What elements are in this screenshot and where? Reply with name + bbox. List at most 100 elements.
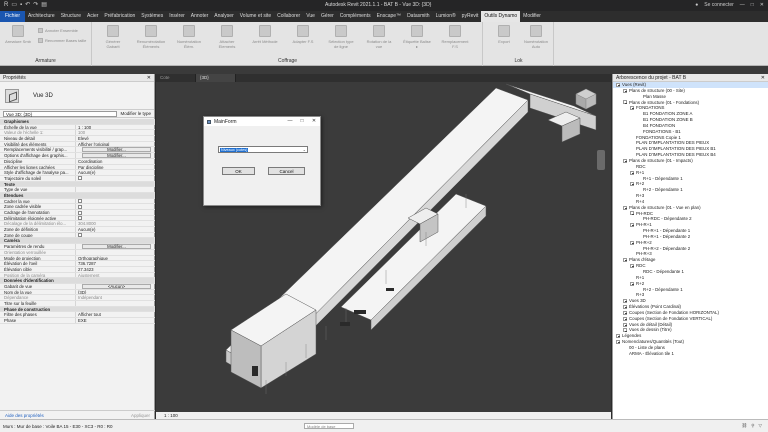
- instance-dropdown[interactable]: Vue 3D: {3D}: [3, 110, 118, 117]
- renommer-bases-button[interactable]: Renommer Bases taille: [38, 38, 86, 43]
- sign-in-link[interactable]: Se connecter: [704, 0, 733, 11]
- chevron-down-icon[interactable]: ⌄: [303, 148, 306, 152]
- tab-4[interactable]: Systèmes: [138, 11, 166, 22]
- tab-13[interactable]: Enscape™: [374, 11, 404, 22]
- tab-2[interactable]: Acier: [84, 11, 101, 22]
- collapse-toggle-icon[interactable]: [623, 328, 627, 333]
- minimize-button[interactable]: —: [740, 0, 745, 11]
- tab-11[interactable]: Gérer: [318, 11, 337, 22]
- collapse-toggle-icon[interactable]: [616, 340, 620, 345]
- property-checkbox[interactable]: [78, 176, 82, 181]
- tab-12[interactable]: Compléments: [337, 11, 374, 22]
- ribbon-button-1-6[interactable]: Sélection type de ligne: [327, 25, 355, 49]
- property-value[interactable]: {3D}: [76, 290, 155, 295]
- properties-help-link[interactable]: Aide des propriétés: [5, 413, 44, 418]
- undo-icon[interactable]: ↶: [25, 0, 30, 11]
- ribbon-button-1-5[interactable]: Adapter F.S: [289, 25, 317, 44]
- filter-icon[interactable]: ▽: [759, 423, 762, 429]
- apply-button[interactable]: Appliquer: [131, 413, 150, 418]
- tab-15[interactable]: Lumion®: [433, 11, 459, 22]
- collapse-toggle-icon[interactable]: [630, 182, 634, 187]
- ribbon-button-2-1[interactable]: Numérotation Auto: [522, 25, 550, 49]
- design-option-field[interactable]: Modèle de base: [304, 423, 354, 429]
- tab-1[interactable]: Structure: [58, 11, 84, 22]
- view-scale[interactable]: 1 : 100: [164, 413, 178, 418]
- property-value[interactable]: Afficher l'original: [76, 142, 155, 147]
- annoter-ensemble-button[interactable]: Annoter Ensemble: [38, 28, 78, 33]
- tab-file[interactable]: Fichier: [0, 11, 26, 22]
- dialog-minimize-button[interactable]: —: [284, 117, 296, 126]
- revit-logo-icon[interactable]: R: [4, 0, 8, 11]
- property-value[interactable]: EXE: [76, 318, 155, 323]
- property-value[interactable]: 27.3423: [76, 267, 155, 272]
- ribbon-button-1-2[interactable]: Numérotation Élém.: [175, 25, 203, 49]
- collapse-toggle-icon[interactable]: [630, 170, 634, 175]
- dialog-maximize-button[interactable]: □: [296, 117, 308, 126]
- level-combobox[interactable]: Niveaux (cotes) ⌄: [218, 146, 308, 153]
- tab-17[interactable]: Outils Dynamo: [481, 11, 521, 22]
- collapse-toggle-icon[interactable]: [630, 264, 634, 269]
- tab-16[interactable]: pyRevit: [459, 11, 482, 22]
- collapse-toggle-icon[interactable]: [623, 316, 627, 321]
- close-icon[interactable]: ✕: [761, 74, 765, 81]
- tree-item[interactable]: ARMA - Élévation tile 1: [613, 351, 768, 357]
- collapse-toggle-icon[interactable]: [630, 223, 634, 228]
- tab-5[interactable]: Insérer: [166, 11, 188, 22]
- collapse-toggle-icon[interactable]: [623, 88, 627, 93]
- property-edit-button[interactable]: Modifier...: [82, 147, 151, 153]
- tab-9[interactable]: Collaborer: [274, 11, 303, 22]
- open-icon[interactable]: ▭: [11, 0, 17, 11]
- tab-view-cote[interactable]: Cote: [156, 74, 196, 82]
- ribbon-button-1-1[interactable]: Renumérotation Éléments: [137, 25, 165, 49]
- type-selector[interactable]: Vue 3D: [0, 82, 154, 110]
- collapse-toggle-icon[interactable]: [623, 322, 627, 327]
- property-checkbox[interactable]: [78, 216, 82, 221]
- tab-0[interactable]: Architecture: [25, 11, 58, 22]
- collapse-toggle-icon[interactable]: [623, 304, 627, 309]
- ribbon-button-1-7[interactable]: Rotation de la vue: [365, 25, 393, 49]
- edit-type-button[interactable]: Modifier le type: [120, 111, 151, 116]
- tab-18[interactable]: Modifier: [520, 11, 544, 22]
- ribbon-button-1-4[interactable]: Arrêt Méthode: [251, 25, 279, 44]
- property-value[interactable]: Orthographique: [76, 256, 155, 261]
- ribbon-button-1-3[interactable]: Attacher Elements: [213, 25, 241, 49]
- cancel-button[interactable]: Cancel: [268, 167, 305, 175]
- collapse-toggle-icon[interactable]: [630, 281, 634, 286]
- tab-view-3d[interactable]: {3D}: [196, 74, 236, 82]
- tab-8[interactable]: Volume et site: [237, 11, 274, 22]
- property-edit-button[interactable]: <Aucun>: [82, 283, 151, 289]
- property-edit-button[interactable]: Modifier...: [82, 244, 151, 249]
- save-icon[interactable]: ▪: [20, 0, 22, 11]
- collapse-toggle-icon[interactable]: [616, 82, 620, 87]
- print-icon[interactable]: ▤: [41, 0, 47, 11]
- select-links-icon[interactable]: ⛓: [742, 423, 748, 429]
- tab-10[interactable]: Vue: [303, 11, 318, 22]
- ribbon-button-1-0[interactable]: Générer Gabarit: [99, 25, 127, 49]
- collapse-toggle-icon[interactable]: [623, 205, 627, 210]
- navigation-bar[interactable]: [597, 150, 605, 170]
- property-value[interactable]: Elevé: [76, 136, 155, 141]
- ribbon-button-1-8[interactable]: Étiquette Balise ▸: [403, 25, 431, 49]
- collapse-toggle-icon[interactable]: [623, 310, 627, 315]
- collapse-toggle-icon[interactable]: [630, 106, 634, 111]
- property-value[interactable]: Coordination: [76, 159, 155, 164]
- ribbon-button-1-9[interactable]: Remplacement F.S: [441, 25, 469, 49]
- property-value[interactable]: 1 : 100: [76, 125, 155, 130]
- select-pinned-icon[interactable]: ⚲: [751, 423, 754, 429]
- dialog-close-button[interactable]: ✕: [308, 117, 320, 126]
- tab-7[interactable]: Analyser: [211, 11, 236, 22]
- collapse-toggle-icon[interactable]: [630, 240, 634, 245]
- collapse-toggle-icon[interactable]: [623, 100, 627, 105]
- property-edit-button[interactable]: Modifier...: [82, 153, 151, 158]
- tab-6[interactable]: Annoter: [188, 11, 212, 22]
- collapse-toggle-icon[interactable]: [623, 299, 627, 304]
- tab-3[interactable]: Préfabrication: [101, 11, 138, 22]
- tab-14[interactable]: Datasmith: [404, 11, 433, 22]
- property-checkbox[interactable]: [78, 210, 82, 215]
- redo-icon[interactable]: ↷: [33, 0, 38, 11]
- property-checkbox[interactable]: [78, 233, 82, 238]
- property-value[interactable]: Aucun(e): [76, 170, 155, 175]
- close-button[interactable]: ✕: [760, 0, 764, 11]
- property-checkbox[interactable]: [78, 204, 82, 209]
- armature-button[interactable]: Armature Smb: [4, 25, 32, 44]
